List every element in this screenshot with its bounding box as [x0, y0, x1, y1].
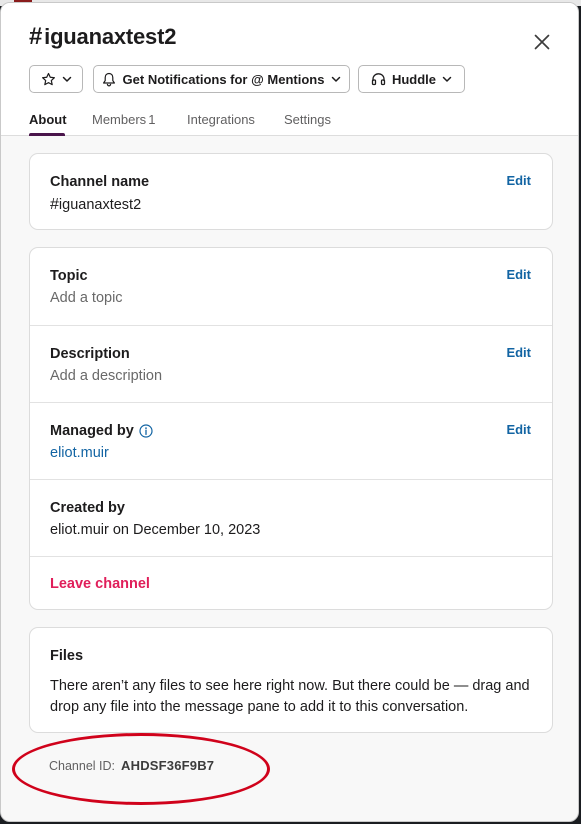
managed-by-section: Managed by eliot.muir Edit [30, 402, 552, 479]
description-placeholder: Add a description [50, 368, 163, 384]
channel-id-value[interactable]: AHDSF36F9B7 [121, 758, 214, 773]
members-count: 1 [148, 112, 156, 127]
channel-details-modal: # iguanaxtest2 Get Notifications for @ M… [0, 2, 579, 822]
channel-details-card: Topic Add a topic Edit Description Add a… [29, 247, 553, 610]
edit-topic-button[interactable]: Edit [506, 267, 531, 282]
files-card: Files There aren’t any files to see here… [29, 627, 553, 733]
headphones-icon [371, 72, 386, 86]
leave-channel-button[interactable]: Leave channel [50, 576, 150, 592]
created-by-value: eliot.muir on December 10, 2023 [50, 522, 261, 538]
modal-header: # iguanaxtest2 Get Notifications for @ M… [1, 3, 578, 136]
channel-id-label: Channel ID: [49, 759, 116, 773]
close-button[interactable] [529, 29, 555, 55]
info-icon[interactable] [139, 424, 153, 438]
tab-about[interactable]: About [29, 112, 67, 127]
tab-settings[interactable]: Settings [284, 112, 331, 127]
tab-settings-label: Settings [284, 112, 331, 127]
files-empty-text: There aren’t any files to see here right… [50, 678, 530, 715]
star-button[interactable] [29, 65, 83, 93]
leave-channel-section: Leave channel [30, 556, 552, 609]
tab-about-label: About [29, 112, 67, 127]
topic-label: Topic [50, 268, 88, 284]
hash-icon: # [29, 23, 43, 50]
tab-integrations-label: Integrations [187, 112, 255, 127]
created-by-section: Created by eliot.muir on December 10, 20… [30, 479, 552, 556]
managed-by-label-text: Managed by [50, 423, 134, 439]
created-by-label: Created by [50, 500, 125, 516]
notifications-button[interactable]: Get Notifications for @ Mentions [93, 65, 350, 93]
channel-name-card[interactable]: Channel name #iguanaxtest2 Edit [29, 153, 553, 230]
channel-name-text: iguanaxtest2 [58, 197, 142, 213]
hash-icon: # [50, 196, 59, 213]
star-icon [41, 72, 56, 87]
active-tab-indicator [29, 133, 65, 136]
edit-channel-name-button[interactable]: Edit [506, 173, 531, 188]
tab-members[interactable]: Members 1 [92, 112, 155, 127]
edit-managed-by-button[interactable]: Edit [506, 422, 531, 437]
channel-title: # iguanaxtest2 [29, 23, 176, 51]
chevron-down-icon [62, 74, 72, 84]
channel-name-label: Channel name [50, 174, 150, 190]
chevron-down-icon [331, 74, 341, 84]
channel-title-text: iguanaxtest2 [44, 24, 177, 49]
chevron-down-icon [442, 74, 452, 84]
managed-by-user-link[interactable]: eliot.muir [50, 445, 109, 461]
description-section[interactable]: Description Add a description Edit [30, 325, 552, 402]
huddle-button[interactable]: Huddle [358, 65, 465, 93]
huddle-label: Huddle [391, 71, 437, 87]
description-label: Description [50, 346, 130, 362]
topic-section[interactable]: Topic Add a topic Edit [30, 248, 552, 325]
files-label: Files [50, 648, 84, 664]
tab-members-label: Members [92, 112, 147, 127]
topic-placeholder: Add a topic [50, 290, 123, 306]
channel-id-row: Channel ID: AHDSF36F9B7 [49, 758, 214, 773]
edit-description-button[interactable]: Edit [506, 345, 531, 360]
managed-by-label: Managed by [50, 423, 153, 439]
bell-icon [102, 72, 116, 87]
tab-integrations[interactable]: Integrations [187, 112, 255, 127]
notifications-label: Get Notifications for @ Mentions [122, 71, 325, 87]
close-icon [534, 34, 550, 50]
channel-name-value: #iguanaxtest2 [50, 196, 141, 214]
